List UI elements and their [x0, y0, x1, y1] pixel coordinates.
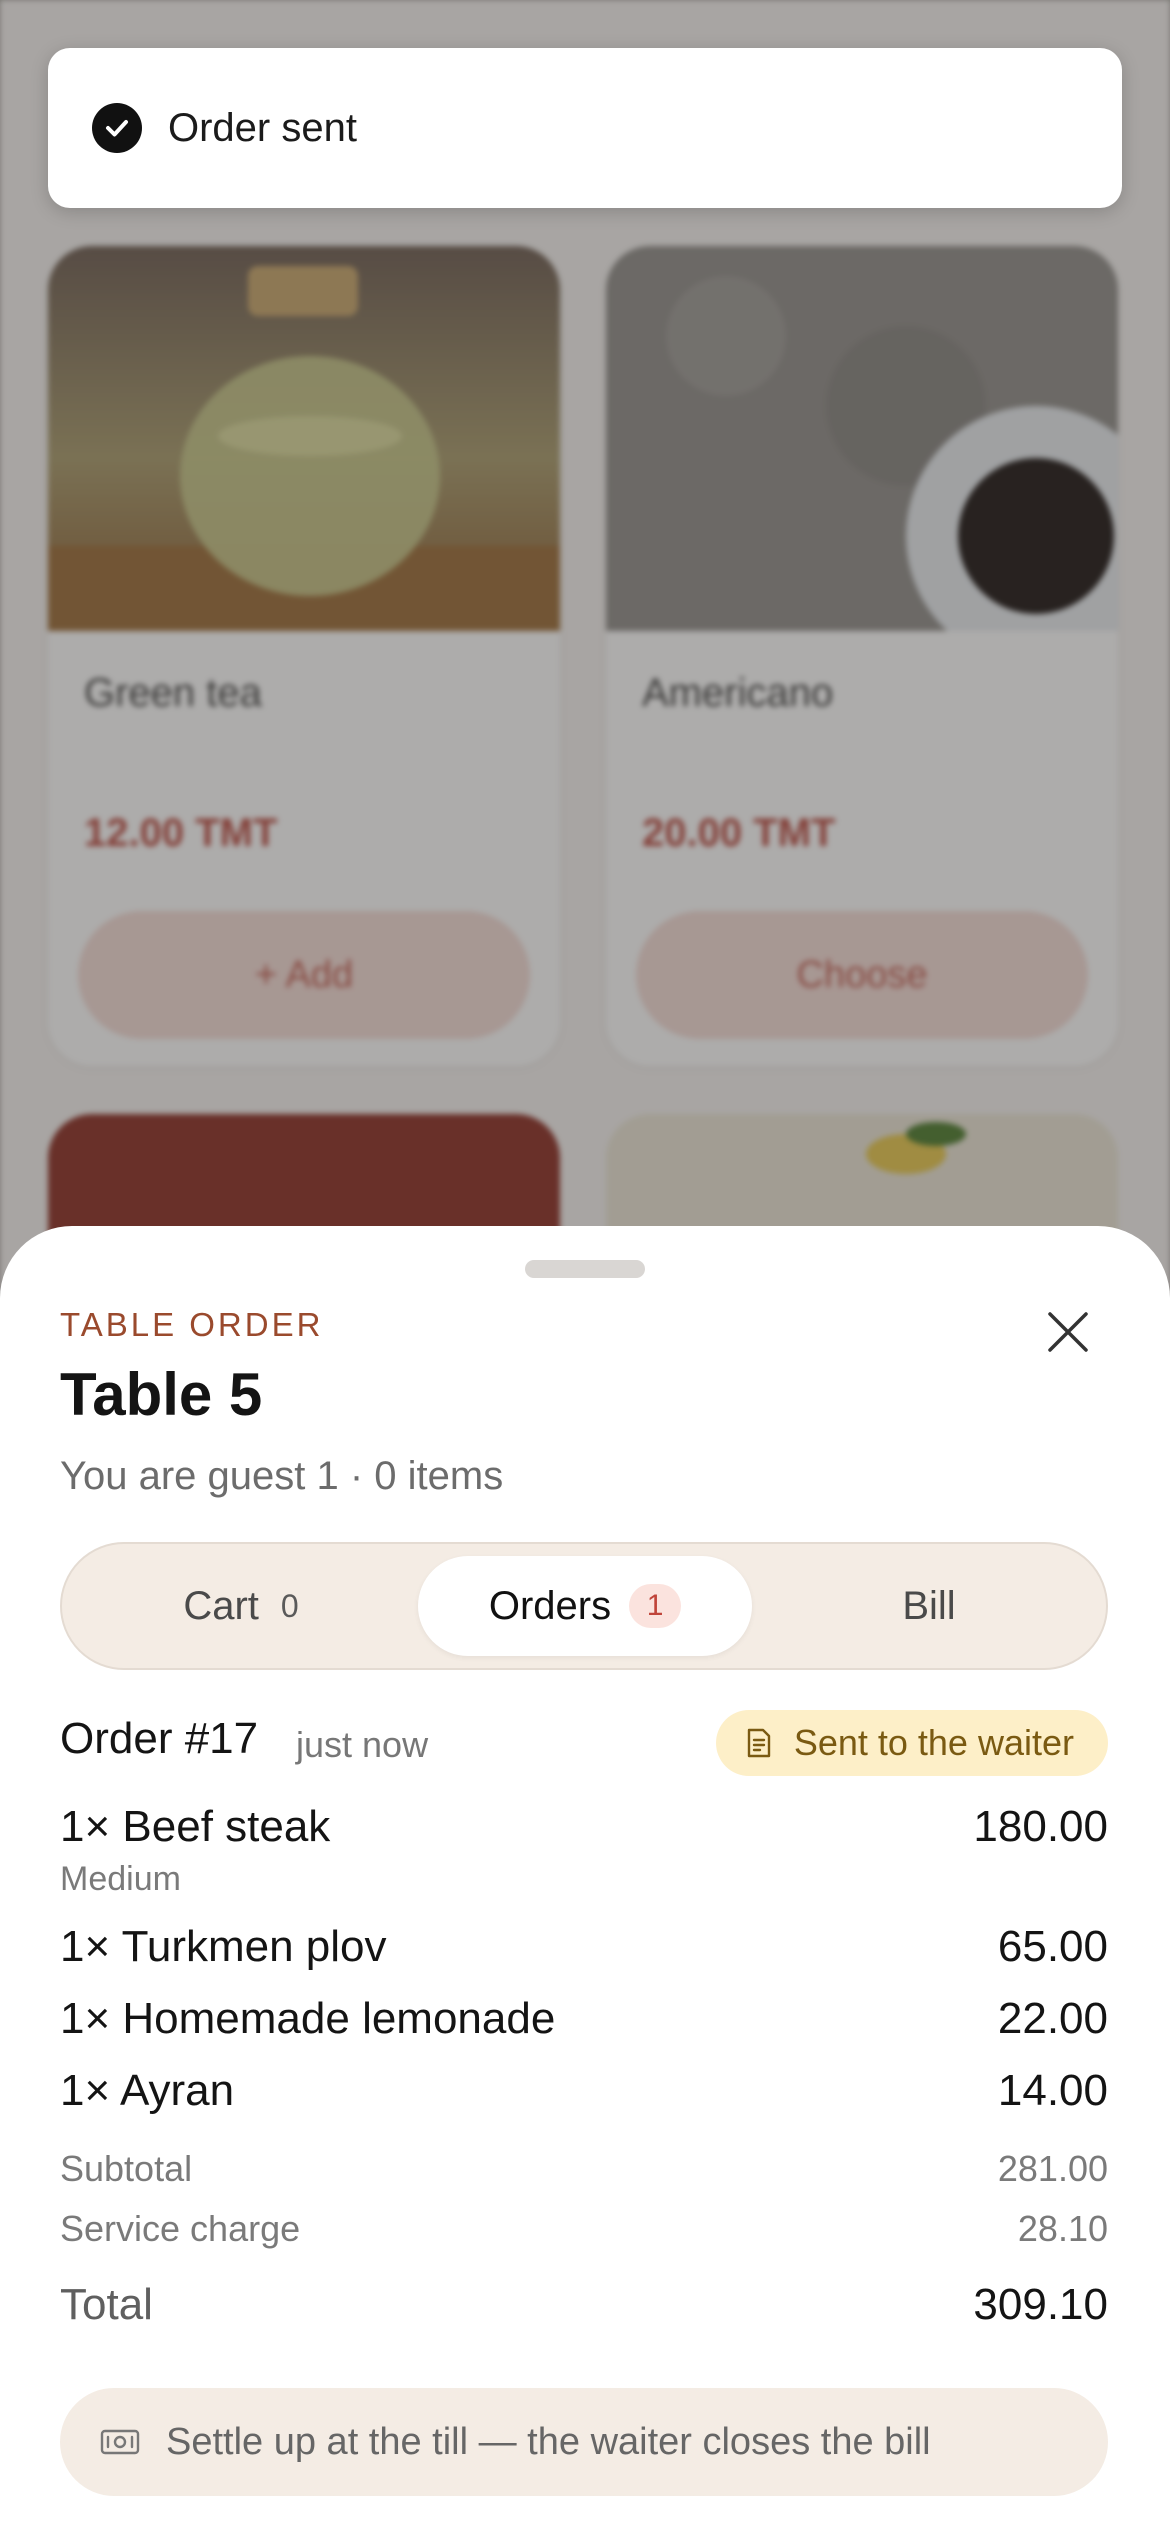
- settle-note: Settle up at the till — the waiter close…: [60, 2388, 1108, 2496]
- status-text: Sent to the waiter: [793, 1722, 1074, 1763]
- order-sent-toast: Order sent: [48, 48, 1122, 208]
- receipt-icon: [747, 1728, 771, 1758]
- item-modifier: Medium: [60, 1860, 181, 1898]
- status-badge: Sent to the waiter: [715, 1710, 1108, 1776]
- tab-bill[interactable]: Bill: [762, 1556, 1096, 1656]
- tab-label: Orders: [488, 1583, 612, 1628]
- order-item: 1× Homemade lemonade 22.00: [60, 1994, 1108, 2044]
- item-name: Homemade lemonade: [122, 1994, 556, 2043]
- subtotal-value: 281.00: [997, 2148, 1108, 2189]
- subtotal-row: Subtotal 281.00: [60, 2148, 1108, 2190]
- item-qty: 1×: [60, 1922, 111, 1971]
- service-charge-row: Service charge 28.10: [60, 2208, 1108, 2250]
- item-name: Ayran: [119, 2066, 235, 2115]
- order-item: 1× Beef steak 180.00 Medium: [60, 1802, 1108, 1898]
- total-row: Total 309.10: [60, 2280, 1108, 2330]
- tab-orders[interactable]: Orders 1: [418, 1556, 752, 1656]
- sheet-eyebrow: TABLE ORDER: [60, 1306, 324, 1343]
- tab-bar: Cart 0 Orders 1 Bill: [60, 1542, 1108, 1670]
- toast-message: Order sent: [168, 105, 357, 150]
- item-amount: 14.00: [997, 2066, 1108, 2115]
- sheet-title: Table 5: [60, 1361, 263, 1428]
- item-amount: 22.00: [997, 1994, 1108, 2043]
- service-charge-value: 28.10: [1017, 2208, 1108, 2249]
- table-order-sheet: TABLE ORDER Table 5 You are guest 1 · 0 …: [0, 1226, 1170, 2532]
- item-amount: 65.00: [997, 1922, 1108, 1971]
- cash-icon: [100, 2429, 140, 2455]
- item-name: Beef steak: [122, 1802, 331, 1851]
- order-item: 1× Turkmen plov 65.00: [60, 1922, 1108, 1972]
- item-qty: 1×: [60, 1802, 111, 1851]
- total-label: Total: [60, 2280, 153, 2329]
- order-item: 1× Ayran 14.00: [60, 2066, 1108, 2116]
- total-value: 309.10: [973, 2280, 1108, 2329]
- close-icon[interactable]: [1040, 1304, 1096, 1360]
- tab-cart[interactable]: Cart 0: [74, 1556, 408, 1656]
- item-name: Turkmen plov: [121, 1922, 387, 1971]
- subtotal-label: Subtotal: [60, 2148, 193, 2189]
- service-charge-label: Service charge: [60, 2208, 301, 2249]
- item-amount: 180.00: [973, 1802, 1108, 1851]
- sheet-grabber[interactable]: [525, 1260, 645, 1278]
- order-number: Order #17: [60, 1714, 259, 1763]
- tab-label: Bill: [902, 1583, 956, 1628]
- order-time: just now: [296, 1724, 429, 1765]
- sheet-subtitle: You are guest 1 · 0 items: [60, 1454, 504, 1498]
- cart-count: 0: [280, 1587, 299, 1624]
- item-qty: 1×: [60, 1994, 111, 2043]
- item-qty: 1×: [60, 2066, 111, 2115]
- settle-note-text: Settle up at the till — the waiter close…: [166, 2420, 931, 2463]
- orders-count-badge: 1: [629, 1584, 682, 1628]
- checkmark-icon: [92, 103, 142, 153]
- tab-label: Cart: [183, 1583, 259, 1628]
- order-header: Order #17 just now Sent to the waiter: [60, 1710, 1108, 1780]
